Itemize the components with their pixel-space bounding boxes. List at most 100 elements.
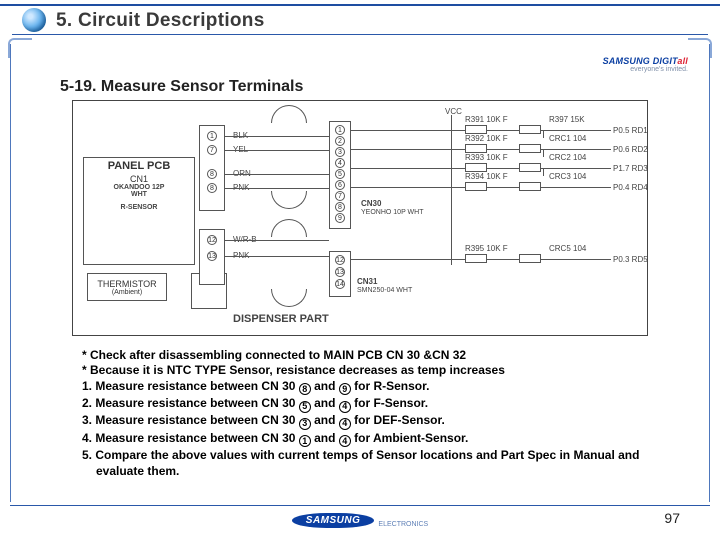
rc3-label: CRC3 104 (549, 172, 586, 181)
vcc-rail (451, 115, 452, 265)
s2a: 2. Measure resistance between CN 30 (82, 396, 299, 410)
s4-pin-2: 4 (339, 435, 351, 447)
schematic-diagram: PANEL PCB CN1 OKANDOO 12P WHT R-SENSOR T… (72, 100, 648, 336)
s3b: for DEF-Sensor. (351, 413, 445, 427)
r-sensor-label: R-SENSOR (121, 204, 158, 211)
cn1-label: CN1 (130, 174, 148, 184)
corner-left-decoration (8, 38, 32, 58)
cn30-pin-9: 9 (335, 213, 345, 223)
cn31-pin-13: 13 (335, 267, 345, 277)
brand-word-3: all (677, 56, 688, 66)
leftpin-13: 13 (207, 251, 217, 261)
section-title: 5. Circuit Descriptions (56, 10, 265, 32)
s4a: 4. Measure resistance between CN 30 (82, 431, 299, 445)
samsung-tag: ELECTRONICS (378, 521, 428, 528)
section-number: 5. (56, 10, 72, 31)
s2-pin-2: 4 (339, 401, 351, 413)
rc0-label: R397 15K (549, 115, 585, 124)
rc-c (519, 163, 541, 172)
section-name: Circuit Descriptions (78, 10, 265, 31)
s3m: and (311, 413, 339, 427)
s4m: and (311, 431, 339, 445)
leftpin-8b: 8 (207, 183, 217, 193)
s3a: 3. Measure resistance between CN 30 (82, 413, 299, 427)
leftpin-12: 12 (207, 235, 217, 245)
left-margin-rule (10, 44, 11, 502)
s2b: for F-Sensor. (351, 396, 428, 410)
step-1: 1. Measure resistance between CN 30 8 an… (82, 379, 650, 396)
pt3: P0.4 RD4 (613, 183, 648, 192)
step-4: 4. Measure resistance between CN 30 1 an… (82, 431, 650, 448)
brand-word-2: DIGIT (653, 56, 678, 66)
samsung-logo: SAMSUNG (292, 513, 375, 528)
r391-label: R391 10K F (465, 115, 508, 124)
rc2-label: CRC2 104 (549, 153, 586, 162)
r393 (465, 163, 487, 172)
subsection-title: 5-19. Measure Sensor Terminals (60, 78, 303, 96)
pt1: P0.6 RD2 (613, 145, 648, 154)
cable-arc-bot-1 (271, 191, 307, 209)
subsection-name: Measure Sensor Terminals (101, 78, 303, 95)
brand-block: SAMSUNG DIGITall everyone's invited. (603, 56, 688, 73)
title-underline (12, 34, 708, 35)
s2m: and (311, 396, 339, 410)
step-3: 3. Measure resistance between CN 30 3 an… (82, 413, 650, 430)
r391 (465, 125, 487, 134)
rc-a (519, 125, 541, 134)
brand-line-2: everyone's invited. (603, 66, 688, 73)
s1b: for R-Sensor. (351, 379, 430, 393)
top-rule (0, 4, 720, 6)
vcc-label: VCC (445, 107, 462, 116)
sphere-icon (22, 8, 46, 32)
rc-d (519, 182, 541, 191)
r395 (465, 254, 487, 263)
step-2: 2. Measure resistance between CN 30 5 an… (82, 396, 650, 413)
leftpin-1: 1 (207, 131, 217, 141)
s1-pin-2: 9 (339, 383, 351, 395)
r393-label: R393 10K F (465, 153, 508, 162)
s4-pin-1: 1 (299, 435, 311, 447)
wire-h5 (225, 240, 329, 241)
panel-pcb-label: PANEL PCB (108, 160, 171, 172)
cn31-pin-12: 12 (335, 255, 345, 265)
cn30-desc: YEONHO 10P WHT (361, 209, 424, 216)
wire-h2 (225, 150, 329, 151)
s1-pin-1: 8 (299, 383, 311, 395)
s2-pin-1: 5 (299, 401, 311, 413)
footer-rule (10, 505, 710, 506)
cn31-desc: SMN250-04 WHT (357, 287, 412, 294)
cn1-desc-1: OKANDOO 12P (114, 184, 165, 191)
cn30-pin-7: 7 (335, 191, 345, 201)
wire-h6 (225, 256, 329, 257)
cable-arc-bot-2 (271, 289, 307, 307)
cn30-pin-6: 6 (335, 180, 345, 190)
s1m: and (311, 379, 339, 393)
cn31-pin-14: 14 (335, 279, 345, 289)
panel-pcb-block: PANEL PCB CN1 OKANDOO 12P WHT R-SENSOR (83, 157, 195, 265)
leftpin-8a: 8 (207, 169, 217, 179)
gnd-stub-3 (543, 168, 544, 176)
r392-label: R392 10K F (465, 134, 508, 143)
leftpin-7: 7 (207, 145, 217, 155)
page-number: 97 (664, 510, 680, 526)
cn30-pin-2: 2 (335, 136, 345, 146)
subsection-number: 5-19. (60, 78, 96, 95)
instruction-text: * Check after disassembling connected to… (82, 348, 650, 479)
thermistor-label: THERMISTOR (97, 279, 156, 289)
s3-pin-1: 3 (299, 418, 311, 430)
cn1-desc-2: WHT (131, 191, 147, 198)
dispenser-label: DISPENSER PART (233, 313, 329, 325)
right-margin-rule (709, 44, 710, 502)
cn30-label: CN30 (361, 199, 381, 208)
s3-pin-2: 4 (339, 418, 351, 430)
thermistor-block: THERMISTOR (Ambient) (87, 273, 167, 301)
rc4-label: CRC5 104 (549, 244, 586, 253)
cn30-pin-5: 5 (335, 169, 345, 179)
brand-word-1: SAMSUNG (603, 56, 650, 66)
r394 (465, 182, 487, 191)
cn31-label: CN31 (357, 277, 377, 286)
gnd-stub-2 (543, 149, 544, 157)
rc-b (519, 144, 541, 153)
rc1-label: CRC1 104 (549, 134, 586, 143)
wire-h3 (225, 174, 329, 175)
